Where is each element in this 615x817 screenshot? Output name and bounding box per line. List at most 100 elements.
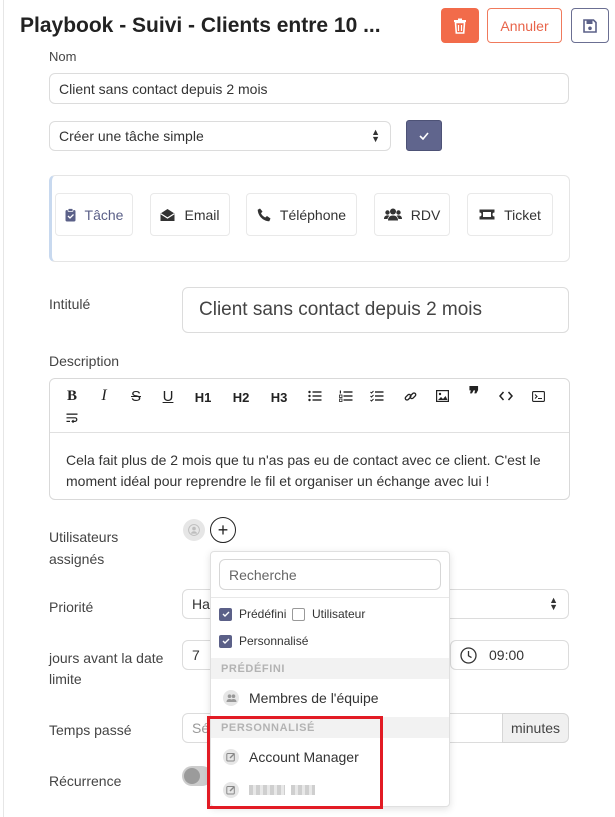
section-header-predefini: PRÉDÉFINI: [211, 658, 449, 679]
checkbox-personnalise[interactable]: [219, 634, 232, 648]
h3-button[interactable]: H3: [268, 388, 290, 406]
phone-icon: [257, 208, 271, 221]
text-wrap-icon: [66, 413, 78, 423]
toolbar-divider: [50, 432, 569, 433]
select-arrows-icon: ▲ ▼: [371, 127, 380, 144]
action-select[interactable]: Créer une tâche simple ▲ ▼: [49, 121, 391, 151]
code-block-icon: [531, 390, 545, 402]
users-icon: [223, 690, 239, 706]
link-button[interactable]: [399, 387, 421, 405]
task-type-ticket[interactable]: Ticket: [467, 193, 553, 236]
clock-icon: [460, 646, 477, 664]
user-icon: [188, 524, 200, 536]
task-type-telephone[interactable]: Téléphone: [246, 193, 357, 236]
floppy-disk-icon: [583, 18, 597, 33]
dropdown-item-membres-equipe[interactable]: Membres de l'équipe: [211, 682, 449, 714]
check-icon: [419, 131, 429, 140]
task-type-telephone-label: Téléphone: [279, 206, 347, 223]
bullet-list-icon: [308, 390, 322, 402]
task-type-rdv-label: RDV: [410, 206, 441, 223]
description-label: Description: [49, 353, 120, 369]
nom-input-value: Client sans contact depuis 2 mois: [59, 80, 268, 97]
image-button[interactable]: [431, 387, 453, 405]
days-before-label: jours avant la date limite: [49, 650, 164, 687]
filter-predefini[interactable]: Prédéfini: [219, 607, 286, 621]
trash-icon: [454, 18, 466, 34]
checklist-button[interactable]: [366, 387, 388, 405]
left-border: [3, 0, 4, 817]
bold-icon: B: [66, 387, 77, 404]
envelope-open-icon: [160, 208, 176, 221]
nom-input[interactable]: Client sans contact depuis 2 mois: [49, 73, 569, 104]
intitule-input-value: Client sans contact depuis 2 mois: [199, 299, 483, 320]
days-input-value: 7: [192, 647, 200, 663]
recurrence-toggle-knob: [184, 768, 200, 784]
quote-button[interactable]: ❞: [463, 382, 485, 406]
strikethrough-button[interactable]: S: [125, 387, 147, 405]
quote-icon: ❞: [468, 382, 480, 406]
plus-icon: +: [217, 520, 229, 540]
clipboard-check-icon: [65, 207, 76, 221]
filter-personnalise[interactable]: Personnalisé: [219, 634, 308, 648]
delete-button[interactable]: [441, 8, 479, 43]
bold-button[interactable]: B: [61, 387, 83, 405]
dropdown-item-label: Membres de l'équipe: [249, 690, 379, 706]
underline-button[interactable]: U: [157, 387, 179, 405]
link-icon: [404, 391, 416, 401]
description-content[interactable]: Cela fait plus de 2 mois que tu n'as pas…: [66, 450, 556, 492]
recurrence-label: Récurrence: [49, 773, 122, 789]
add-user-button[interactable]: +: [210, 517, 236, 543]
task-type-ticket-label: Ticket: [504, 206, 541, 223]
code-block-button[interactable]: [527, 387, 549, 405]
time-input[interactable]: 09:00: [450, 640, 569, 670]
ordered-list-icon: [339, 390, 353, 402]
select-arrows-icon: ▲ ▼: [549, 595, 558, 612]
ordered-list-button[interactable]: [335, 387, 357, 405]
avatar: [183, 519, 205, 541]
check-icon: [222, 638, 229, 644]
task-type-email[interactable]: Email: [150, 193, 230, 236]
intitule-label: Intitulé: [49, 296, 91, 312]
action-select-value: Créer une tâche simple: [59, 128, 204, 144]
save-button[interactable]: [571, 8, 609, 43]
confirm-action-button[interactable]: [406, 120, 442, 151]
h1-button[interactable]: H1: [192, 388, 214, 406]
dropdown-divider: [211, 597, 449, 598]
ticket-icon: [479, 209, 495, 220]
task-type-rdv[interactable]: RDV: [374, 193, 450, 236]
h2-button[interactable]: H2: [230, 388, 252, 406]
filter-utilisateur-label: Utilisateur: [312, 607, 366, 621]
task-type-tache[interactable]: Tâche: [55, 193, 133, 236]
page-title: Playbook - Suivi - Clients entre 10 ...: [20, 14, 381, 37]
dropdown-search-placeholder: Recherche: [229, 566, 297, 583]
clear-format-button[interactable]: [61, 409, 83, 427]
time-spent-label: Temps passé: [49, 722, 132, 738]
image-icon: [435, 390, 449, 402]
checkbox-predefini[interactable]: [219, 607, 232, 621]
nom-label: Nom: [49, 49, 77, 64]
filter-utilisateur[interactable]: Utilisateur: [292, 607, 365, 621]
italic-button[interactable]: I: [93, 387, 115, 405]
checkbox-utilisateur[interactable]: [292, 607, 305, 621]
checklist-icon: [370, 390, 384, 402]
time-input-value: 09:00: [489, 647, 525, 663]
priority-label: Priorité: [49, 599, 94, 615]
assigned-users-label: Utilisateurs assignés: [49, 529, 119, 567]
users-icon: [383, 208, 402, 221]
code-icon: [499, 391, 513, 401]
filter-predefini-label: Prédéfini: [239, 607, 287, 621]
task-type-tache-label: Tâche: [84, 206, 124, 223]
filter-personnalise-label: Personnalisé: [239, 634, 309, 648]
bullet-list-button[interactable]: [304, 387, 326, 405]
minutes-addon: minutes: [502, 713, 569, 743]
task-type-email-label: Email: [184, 206, 220, 223]
dropdown-search-input[interactable]: Recherche: [219, 559, 441, 590]
highlight-annotation: [207, 716, 383, 809]
underline-icon: U: [162, 387, 174, 405]
strikethrough-icon: S: [130, 387, 141, 405]
check-icon: [222, 611, 229, 617]
intitule-input[interactable]: Client sans contact depuis 2 mois: [182, 287, 569, 333]
code-button[interactable]: [495, 387, 517, 405]
cancel-button[interactable]: Annuler: [487, 8, 562, 43]
italic-icon: I: [101, 387, 107, 404]
